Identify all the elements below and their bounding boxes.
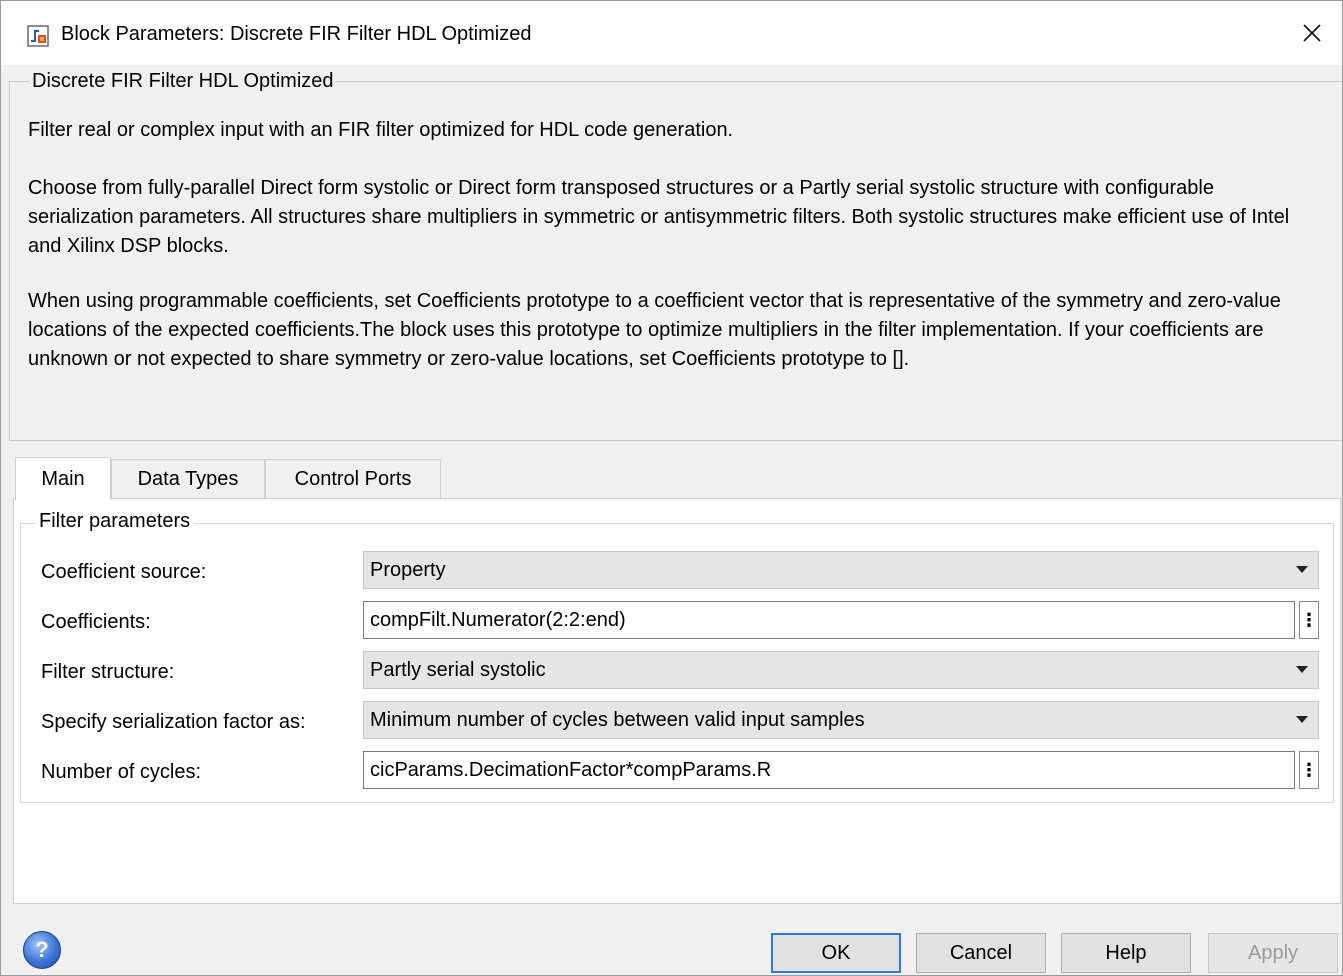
description-paragraph-1: Filter real or complex input with an FIR…	[28, 119, 734, 141]
description-paragraph-2: Choose from fully-parallel Direct form s…	[28, 177, 1290, 257]
serialization-select[interactable]: Minimum number of cycles between valid i…	[363, 701, 1319, 739]
chevron-down-icon	[1296, 716, 1308, 723]
close-icon	[1303, 24, 1321, 42]
description-paragraph-3: When using programmable coefficients, se…	[28, 290, 1281, 370]
ok-button[interactable]: OK	[771, 933, 901, 973]
number-of-cycles-more-button[interactable]: ⋮	[1299, 751, 1319, 789]
vertical-ellipsis-icon: ⋮	[1300, 759, 1318, 780]
coefficients-value: compFilt.Numerator(2:2:end)	[370, 608, 626, 631]
coefficients-input[interactable]: compFilt.Numerator(2:2:end)	[363, 601, 1295, 639]
number-of-cycles-value: cicParams.DecimationFactor*compParams.R	[370, 758, 772, 781]
main-tab-panel: Filter parameters Coefficient source: Pr…	[13, 498, 1341, 904]
number-of-cycles-label: Number of cycles:	[41, 761, 202, 783]
filter-structure-label: Filter structure:	[41, 661, 175, 683]
block-parameters-dialog: Block Parameters: Discrete FIR Filter HD…	[0, 0, 1343, 976]
coefficients-more-button[interactable]: ⋮	[1299, 601, 1319, 639]
simulink-block-icon	[27, 25, 49, 47]
window-title: Block Parameters: Discrete FIR Filter HD…	[61, 23, 532, 45]
filter-structure-value: Partly serial systolic	[370, 658, 546, 681]
serialization-value: Minimum number of cycles between valid i…	[370, 708, 865, 731]
chevron-down-icon	[1296, 666, 1308, 673]
filter-structure-select[interactable]: Partly serial systolic	[363, 651, 1319, 689]
block-description-group: Discrete FIR Filter HDL Optimized Filter…	[9, 70, 1342, 441]
serialization-label: Specify serialization factor as:	[41, 711, 306, 733]
coefficients-label: Coefficients:	[41, 611, 151, 633]
number-of-cycles-input[interactable]: cicParams.DecimationFactor*compParams.R	[363, 751, 1295, 789]
title-bar: Block Parameters: Discrete FIR Filter HD…	[1, 1, 1342, 65]
tab-data-types[interactable]: Data Types	[111, 459, 265, 499]
chevron-down-icon	[1296, 566, 1308, 573]
cancel-button[interactable]: Cancel	[916, 933, 1046, 973]
help-button[interactable]: Help	[1061, 933, 1191, 973]
tab-control-ports[interactable]: Control Ports	[265, 459, 441, 499]
coefficient-source-value: Property	[370, 558, 446, 581]
filter-parameters-group: Filter parameters Coefficient source: Pr…	[20, 510, 1334, 803]
block-description-title: Discrete FIR Filter HDL Optimized	[30, 70, 336, 93]
help-question-icon[interactable]: ?	[23, 931, 61, 969]
coefficient-source-select[interactable]: Property	[363, 551, 1319, 589]
coefficient-source-label: Coefficient source:	[41, 561, 207, 583]
vertical-ellipsis-icon: ⋮	[1300, 609, 1318, 630]
filter-parameters-title: Filter parameters	[35, 510, 195, 533]
apply-button[interactable]: Apply	[1208, 933, 1338, 973]
tab-main[interactable]: Main	[15, 457, 111, 500]
close-button[interactable]	[1282, 1, 1342, 65]
